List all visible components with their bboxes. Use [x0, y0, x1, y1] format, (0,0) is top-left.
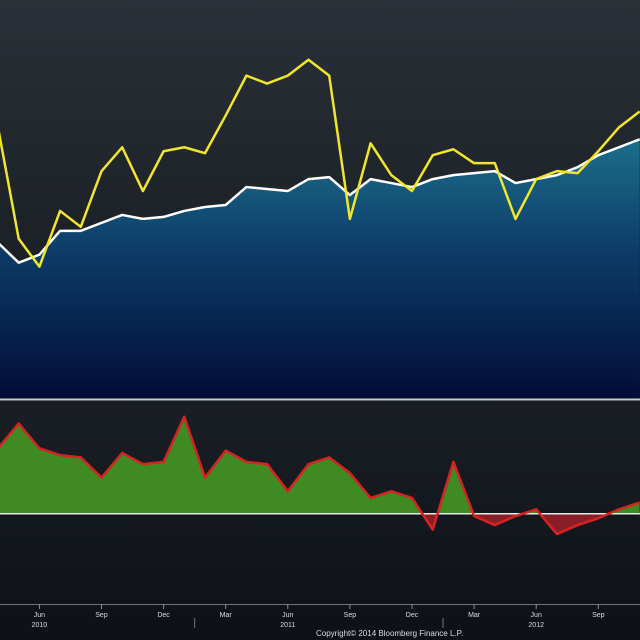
bloomberg-chart: Jun Sep Dec Mar Jun Sep Dec Mar Jun Sep 2010 2011 20…: [0, 0, 640, 640]
month-tick-label: Mar: [220, 612, 233, 619]
chart-canvas: Jun Sep Dec Mar Jun Sep Dec Mar Jun Sep 2010 2011 20…: [0, 0, 640, 640]
month-tick-label: Jun: [282, 612, 293, 619]
month-tick-label: Sep: [344, 612, 357, 619]
year-tick-label: 2012: [528, 622, 544, 629]
copyright-text: Copyright© 2014 Bloomberg Finance L.P.: [316, 629, 463, 638]
month-tick-label: Dec: [406, 612, 419, 619]
month-tick-label: Jun: [34, 612, 45, 619]
month-tick-label: Jun: [531, 612, 542, 619]
month-tick-label: Mar: [468, 612, 481, 619]
year-tick-label: 2010: [32, 622, 48, 629]
month-tick-label: Sep: [592, 612, 605, 619]
year-tick-label: 2011: [280, 622, 295, 629]
month-tick-label: Sep: [95, 612, 108, 619]
month-tick-label: Dec: [157, 612, 170, 619]
